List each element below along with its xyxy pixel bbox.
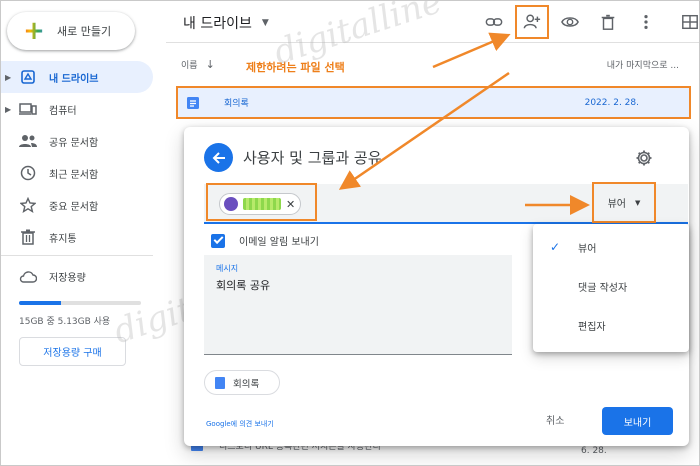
column-modified-header[interactable]: 내가 마지막으로 ...	[607, 58, 679, 71]
sidebar-item-recent[interactable]: 최근 문서함	[1, 157, 153, 189]
star-icon	[19, 196, 37, 214]
menu-item-label: 댓글 작성자	[578, 282, 628, 294]
avatar	[224, 197, 238, 211]
menu-item-editor[interactable]: 편집자	[533, 314, 689, 336]
menu-item-viewer[interactable]: ✓ 뷰어	[533, 236, 689, 258]
message-field[interactable]: 메시지 회의록 공유	[204, 255, 512, 355]
docs-file-icon	[186, 96, 200, 113]
page-title: 내 드라이브	[183, 16, 252, 32]
new-button-label: 새로 만들기	[57, 25, 112, 38]
storage-usage-text: 15GB 중 5.13GB 사용	[19, 317, 111, 327]
role-menu: ✓ 뷰어 댓글 작성자 편집자	[533, 224, 689, 352]
expand-caret-icon[interactable]: ▶	[5, 105, 11, 114]
app-window: + 새로 만들기 ▶ 내 드라이브 ▶ 컴퓨터 공유 문서함 최근 문서함 중요…	[0, 0, 700, 466]
file-chip-label: 회의록	[233, 378, 260, 390]
redacted-email	[243, 198, 281, 210]
storage-label: 저장용량	[49, 273, 86, 284]
close-icon[interactable]: ✕	[286, 198, 295, 211]
docs-file-icon	[215, 376, 225, 389]
sidebar-item-label: 컴퓨터	[49, 105, 77, 117]
chevron-down-icon: ▼	[261, 18, 269, 28]
cancel-button[interactable]: 취소	[546, 412, 564, 427]
sidebar-nav: ▶ 내 드라이브 ▶ 컴퓨터 공유 문서함 최근 문서함 중요 문서함 휴지통	[1, 61, 153, 253]
message-text: 회의록 공유	[216, 279, 271, 292]
expand-caret-icon[interactable]: ▶	[5, 73, 11, 82]
sidebar-item-my-drive[interactable]: ▶ 내 드라이브	[1, 61, 153, 93]
more-vert-icon[interactable]	[632, 9, 660, 35]
check-icon: ✓	[550, 240, 561, 254]
sidebar-item-label: 휴지통	[49, 233, 77, 245]
notify-label: 이메일 알림 보내기	[239, 237, 319, 248]
sort-arrow-icon[interactable]: ↓	[206, 58, 215, 71]
arrow-left-icon	[212, 151, 225, 164]
sidebar-item-label: 공유 문서함	[49, 137, 99, 149]
sidebar-item-shared[interactable]: 공유 문서함	[1, 125, 153, 157]
file-name: 회의록	[224, 99, 249, 109]
link-icon[interactable]	[480, 9, 508, 35]
notify-checkbox-row[interactable]: 이메일 알림 보내기	[211, 233, 319, 248]
trash-icon[interactable]	[594, 9, 622, 35]
sidebar: + 새로 만들기 ▶ 내 드라이브 ▶ 컴퓨터 공유 문서함 최근 문서함 중요…	[1, 1, 166, 465]
feedback-link[interactable]: Google에 의견 보내기	[206, 419, 274, 429]
sidebar-item-storage[interactable]: 저장용량	[19, 269, 86, 284]
grid-icon[interactable]	[676, 9, 699, 35]
plus-icon: +	[21, 18, 47, 44]
trash-icon	[19, 228, 37, 246]
storage-progress-fill	[19, 301, 61, 305]
column-name-header[interactable]: 이름 ↓	[181, 58, 215, 71]
back-button[interactable]	[204, 143, 233, 172]
new-button[interactable]: + 새로 만들기	[7, 12, 135, 50]
eye-icon[interactable]	[556, 9, 584, 35]
send-button[interactable]: 보내기	[602, 407, 673, 435]
sidebar-item-label: 최근 문서함	[49, 169, 99, 181]
role-dropdown[interactable]: 뷰어 ▼	[592, 182, 656, 223]
breadcrumb[interactable]: 내 드라이브 ▼	[183, 13, 269, 33]
role-selected-label: 뷰어	[607, 199, 626, 210]
sidebar-item-label: 중요 문서함	[49, 201, 99, 213]
column-name-label: 이름	[181, 60, 198, 71]
file-modified-date: 2022. 2. 28.	[584, 97, 639, 108]
caret-down-icon: ▼	[635, 198, 641, 207]
annotation-hint: 제한하려는 파일 선택	[246, 61, 345, 74]
drive-icon	[19, 68, 37, 86]
message-label: 메시지	[216, 264, 239, 273]
menu-item-commenter[interactable]: 댓글 작성자	[533, 275, 689, 297]
dialog-title: 사용자 및 그룹과 공유	[243, 149, 382, 167]
divider	[1, 255, 153, 256]
table-row[interactable]: 회의록 2022. 2. 28.	[176, 86, 691, 119]
menu-item-label: 편집자	[578, 321, 606, 333]
gear-icon[interactable]	[635, 149, 653, 171]
sidebar-item-computers[interactable]: ▶ 컴퓨터	[1, 93, 153, 125]
cloud-icon	[19, 270, 37, 283]
sidebar-item-starred[interactable]: 중요 문서함	[1, 189, 153, 221]
notify-checkbox[interactable]	[211, 233, 225, 248]
recipient-chip[interactable]: ✕	[219, 193, 301, 215]
buy-storage-button[interactable]: 저장용량 구매	[19, 337, 126, 366]
toolbar: 내 드라이브 ▼	[166, 1, 699, 43]
add-person-icon[interactable]	[515, 5, 549, 39]
clock-icon	[19, 164, 37, 182]
storage-progress-bar	[19, 301, 141, 305]
shared-people-icon	[19, 132, 37, 150]
sidebar-item-trash[interactable]: 휴지통	[1, 221, 153, 253]
computer-icon	[19, 100, 37, 118]
attached-file-chip[interactable]: 회의록	[204, 370, 280, 395]
sidebar-item-label: 내 드라이브	[49, 73, 99, 85]
menu-item-label: 뷰어	[578, 243, 597, 255]
